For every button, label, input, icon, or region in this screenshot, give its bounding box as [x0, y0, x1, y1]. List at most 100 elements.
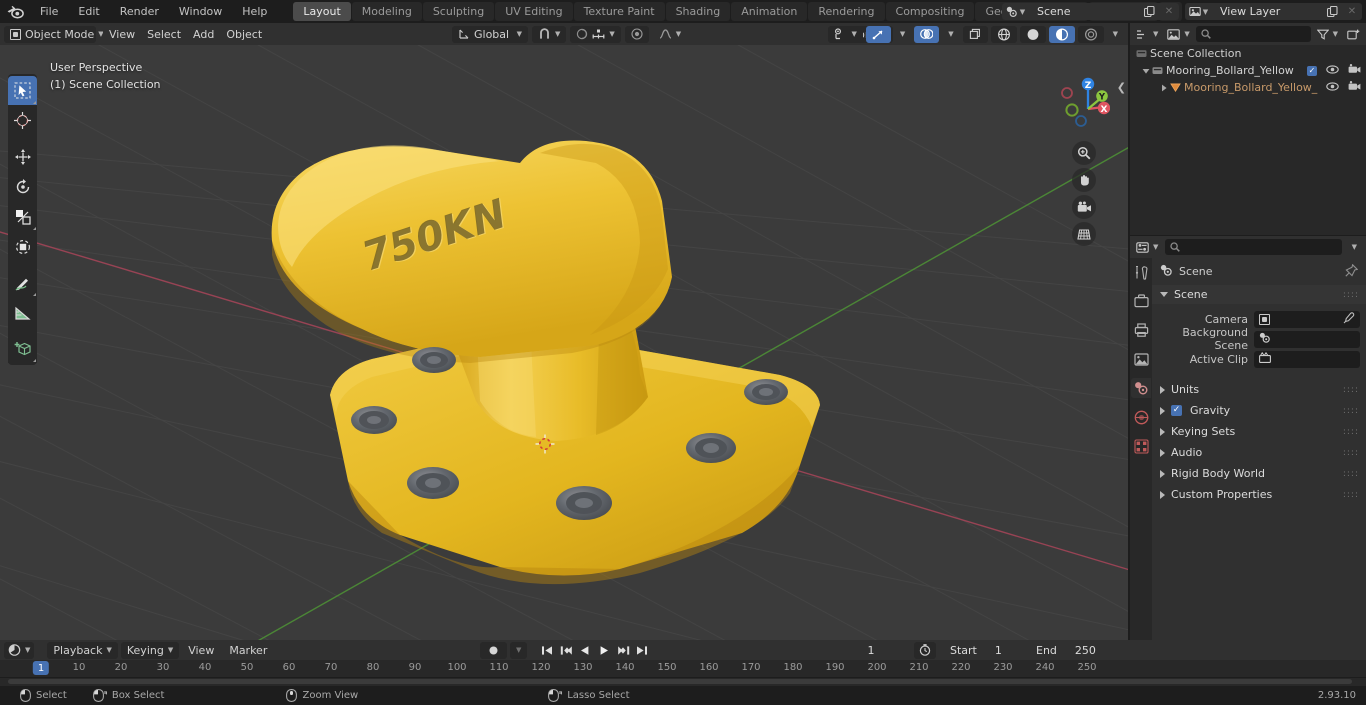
- menu-file[interactable]: File: [30, 2, 68, 21]
- overlays-toggle-button[interactable]: [914, 25, 940, 43]
- proportional-falloff-dropdown[interactable]: ▼: [652, 25, 688, 43]
- end-frame-field[interactable]: End 250: [1026, 641, 1108, 659]
- viewport-menu-view[interactable]: View: [103, 25, 142, 43]
- new-scene-button[interactable]: [1139, 3, 1159, 20]
- panel-header-rigid-body-world[interactable]: Rigid Body World ::::: [1152, 464, 1366, 483]
- viewport-menu-select[interactable]: Select: [141, 25, 188, 43]
- menu-render[interactable]: Render: [110, 2, 169, 21]
- tweak-select-tool[interactable]: [8, 76, 37, 105]
- viewport-menu-add[interactable]: Add: [187, 25, 221, 43]
- remove-viewlayer-button[interactable]: ✕: [1342, 3, 1362, 20]
- zoom-icon[interactable]: [1072, 141, 1096, 165]
- timeline-ruler[interactable]: 1 10 20 30 40 50 60 70 80 90 100 110 120…: [0, 660, 1366, 678]
- jump-to-end-icon[interactable]: [633, 641, 652, 659]
- gravity-checkbox[interactable]: ✓: [1171, 405, 1182, 416]
- outliner-search-input[interactable]: [1195, 26, 1311, 42]
- shading-wireframe-button[interactable]: [990, 25, 1017, 43]
- camera-field[interactable]: [1254, 310, 1360, 328]
- hide-in-viewport-icon[interactable]: [1326, 81, 1339, 94]
- outliner-row-object[interactable]: Mooring_Bollard_Yellow_: [1130, 79, 1366, 96]
- shading-material-preview-button[interactable]: [1048, 25, 1075, 43]
- scene-selector[interactable]: ▼ Scene ✕: [1002, 3, 1179, 20]
- outliner-new-collection-button[interactable]: [1344, 25, 1363, 43]
- xray-toggle-button[interactable]: [962, 25, 988, 43]
- unlink-scene-button[interactable]: ✕: [1159, 3, 1179, 20]
- gizmo-toggle-button[interactable]: [865, 25, 891, 43]
- menu-help[interactable]: Help: [232, 2, 277, 21]
- outliner-row-scene-collection[interactable]: Scene Collection: [1130, 45, 1366, 62]
- overlays-options-dropdown[interactable]: ▼: [942, 25, 960, 43]
- navigation-gizmo[interactable]: Z Y X: [1048, 69, 1110, 131]
- rotate-tool[interactable]: [8, 172, 37, 201]
- annotate-tool[interactable]: [8, 268, 37, 297]
- cursor-tool[interactable]: [8, 106, 37, 135]
- scene-name-field[interactable]: Scene: [1029, 3, 1139, 20]
- 3d-viewport[interactable]: 750KN 750KN User Perspective (1) Scene C…: [0, 45, 1128, 640]
- workspace-tab-sculpting[interactable]: Sculpting: [422, 2, 495, 21]
- play-reverse-icon[interactable]: [576, 641, 595, 659]
- timeline-menu-view[interactable]: View: [182, 641, 221, 659]
- panel-header-custom-properties[interactable]: Custom Properties ::::: [1152, 485, 1366, 504]
- gizmo-options-dropdown[interactable]: ▼: [893, 25, 912, 43]
- active-clip-field[interactable]: [1254, 350, 1360, 368]
- blender-logo-icon[interactable]: [0, 5, 30, 19]
- new-viewlayer-button[interactable]: [1322, 3, 1342, 20]
- menu-edit[interactable]: Edit: [68, 2, 109, 21]
- viewport-sidebar-toggle[interactable]: ❮: [1117, 81, 1126, 94]
- outliner-display-mode-dropdown[interactable]: ▼: [1164, 25, 1193, 43]
- outliner-editor[interactable]: ▼ ▼ ▼ Scene Collection Mooring_Bollard_Y…: [1130, 23, 1366, 235]
- workspace-tab-shading[interactable]: Shading: [665, 2, 731, 21]
- workspace-tab-modeling[interactable]: Modeling: [351, 2, 422, 21]
- disclosure-triangle-expanded-icon[interactable]: [1140, 67, 1152, 75]
- measure-tool[interactable]: [8, 298, 37, 327]
- view-layer-tab-icon[interactable]: [1131, 349, 1151, 369]
- shading-options-dropdown[interactable]: ▼: [1106, 25, 1124, 43]
- eyedropper-icon[interactable]: [1343, 311, 1355, 327]
- scene-tab-icon[interactable]: [1131, 378, 1151, 398]
- use-preview-range-button[interactable]: [914, 641, 936, 659]
- world-tab-icon[interactable]: [1131, 407, 1151, 427]
- snap-target-dropdown[interactable]: ▼: [570, 25, 621, 43]
- keying-menu[interactable]: Keying ▼: [120, 641, 180, 659]
- scene-icon[interactable]: ▼: [1002, 3, 1029, 20]
- timeline-menu-marker[interactable]: Marker: [223, 641, 274, 659]
- shading-rendered-button[interactable]: [1077, 25, 1104, 43]
- pan-hand-icon[interactable]: [1072, 168, 1096, 192]
- viewlayer-name-field[interactable]: View Layer: [1212, 3, 1322, 20]
- auto-keying-toggle[interactable]: [480, 641, 507, 659]
- snap-toggle-button[interactable]: ▼: [532, 25, 567, 43]
- add-cube-tool[interactable]: [8, 334, 37, 363]
- hide-in-viewport-icon[interactable]: [1326, 64, 1339, 77]
- workspace-tab-texture-paint[interactable]: Texture Paint: [573, 2, 665, 21]
- jump-to-next-keyframe-icon[interactable]: [614, 641, 633, 659]
- scale-tool[interactable]: [8, 202, 37, 231]
- timeline-playhead[interactable]: 1: [32, 661, 50, 675]
- toggle-perspective-icon[interactable]: [1072, 222, 1096, 246]
- move-tool[interactable]: [8, 142, 37, 171]
- transform-tool[interactable]: [8, 232, 37, 261]
- properties-options-dropdown[interactable]: ▼: [1345, 238, 1363, 256]
- timeline-editor-type-button[interactable]: ▼: [4, 641, 35, 659]
- object-types-visibility-button[interactable]: ▼: [828, 25, 863, 43]
- panel-header-gravity[interactable]: ✓ Gravity ::::: [1152, 401, 1366, 420]
- workspace-tab-compositing[interactable]: Compositing: [885, 2, 975, 21]
- auto-keying-options-dropdown[interactable]: ▼: [510, 641, 528, 659]
- shading-solid-button[interactable]: [1019, 25, 1046, 43]
- viewlayer-icon[interactable]: ▼: [1185, 3, 1212, 20]
- start-frame-field[interactable]: Start 1: [940, 641, 1022, 659]
- collection-exclude-checkbox[interactable]: ✓: [1307, 65, 1317, 76]
- panel-header-keying-sets[interactable]: Keying Sets ::::: [1152, 422, 1366, 441]
- panel-header-scene[interactable]: Scene ::::: [1152, 285, 1366, 304]
- jump-to-start-icon[interactable]: [538, 641, 557, 659]
- pin-icon[interactable]: [1345, 263, 1359, 280]
- disable-in-renders-icon[interactable]: [1348, 64, 1361, 77]
- outliner-row-collection[interactable]: Mooring_Bollard_Yellow ✓: [1130, 62, 1366, 79]
- texture-tab-icon[interactable]: [1131, 436, 1151, 456]
- timeline-editor[interactable]: ▼ Playback ▼ Keying ▼ View Marker ▼ 1 St…: [0, 640, 1366, 686]
- workspace-tab-rendering[interactable]: Rendering: [808, 2, 885, 21]
- properties-search-input[interactable]: [1165, 239, 1342, 255]
- properties-editor-type-button[interactable]: ▼: [1133, 238, 1162, 256]
- tool-tab-icon[interactable]: [1131, 262, 1151, 282]
- viewlayer-selector[interactable]: ▼ View Layer ✕: [1185, 3, 1362, 20]
- workspace-tab-animation[interactable]: Animation: [731, 2, 808, 21]
